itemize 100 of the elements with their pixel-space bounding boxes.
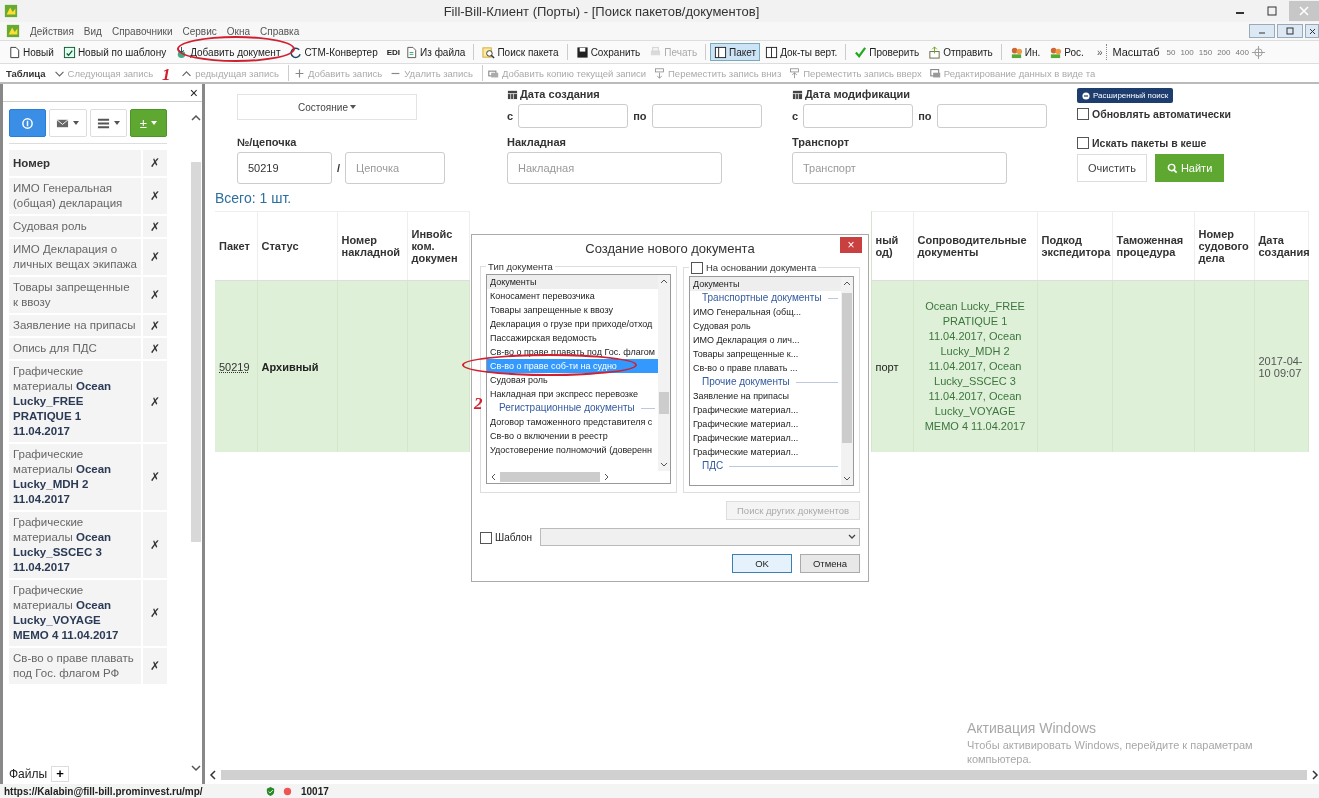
list-item[interactable]: Судовая роль bbox=[690, 319, 841, 333]
remove-mark[interactable]: ✗ bbox=[143, 538, 167, 552]
zoom-step[interactable]: 400 bbox=[1233, 47, 1251, 57]
advanced-search-button[interactable]: Расширенный поиск bbox=[1077, 88, 1174, 103]
menu-item[interactable]: Действия bbox=[30, 25, 74, 37]
zoom-fit-icon[interactable] bbox=[1251, 45, 1265, 59]
list-item[interactable]: Транспортные документы bbox=[690, 291, 841, 305]
document-name[interactable]: ИМО Генеральная (общая) декларация bbox=[9, 178, 143, 214]
document-name[interactable]: Опись для ПДС bbox=[9, 338, 143, 359]
list-item[interactable]: Св-во о включении в реестр bbox=[487, 429, 658, 443]
list-item[interactable]: Коносамент перевозчика bbox=[487, 289, 658, 303]
document-name[interactable]: Св-во о праве плавать под Гос. флагом РФ bbox=[9, 648, 143, 684]
chevron-down-icon[interactable] bbox=[843, 476, 851, 482]
toolbar-button[interactable]: Рос. bbox=[1045, 43, 1088, 61]
document-name[interactable]: Графические материалы Ocean Lucky_FREE PRATIQUE 1 11.04.2017 bbox=[9, 361, 143, 442]
cancel-button[interactable]: Отмена bbox=[800, 554, 860, 573]
chevron-up-icon[interactable] bbox=[843, 280, 851, 286]
menu-item[interactable]: Сервис bbox=[182, 25, 217, 37]
zoom-step[interactable]: 200 bbox=[1215, 47, 1233, 57]
date-field[interactable] bbox=[518, 104, 629, 128]
clear-button[interactable]: Очистить bbox=[1077, 154, 1147, 182]
remove-mark[interactable]: ✗ bbox=[143, 659, 167, 673]
remove-mark[interactable]: ✗ bbox=[143, 606, 167, 620]
remove-mark[interactable]: ✗ bbox=[143, 219, 167, 234]
list-item[interactable]: ПДС bbox=[690, 459, 841, 473]
toolbar-button[interactable]: Новый по шаблону bbox=[58, 43, 171, 61]
remove-mark[interactable]: ✗ bbox=[143, 250, 167, 264]
chevron-left-icon[interactable] bbox=[490, 473, 496, 481]
ok-button[interactable]: OK bbox=[732, 554, 792, 573]
document-name[interactable]: Графические материалы Ocean Lucky_VOYAGE MEMO 4 11.04.2017 bbox=[9, 580, 143, 646]
chevron-left-icon[interactable] bbox=[209, 770, 217, 780]
remove-mark[interactable]: ✗ bbox=[143, 394, 167, 409]
scroll-thumb[interactable] bbox=[659, 392, 669, 414]
document-name[interactable]: ИМО Декларация о личных вещах экипажа bbox=[9, 239, 143, 275]
list-item[interactable]: Удостоверение полномочий (доверенн bbox=[487, 443, 658, 457]
package-link[interactable]: 50219 bbox=[219, 360, 250, 373]
list-item[interactable]: Накладная при экспресс перевозке bbox=[487, 387, 658, 401]
document-name[interactable]: Судовая роль bbox=[9, 216, 143, 237]
toolbar-button[interactable]: Ин. bbox=[1005, 43, 1045, 61]
toolbar-button[interactable]: Таблица bbox=[4, 67, 52, 79]
number-field[interactable]: 50219 bbox=[237, 152, 332, 184]
chevron-down-icon[interactable] bbox=[191, 764, 201, 772]
chevron-right-icon[interactable] bbox=[604, 473, 610, 481]
list-item[interactable]: Судовая роль bbox=[487, 373, 658, 387]
menu-item[interactable]: Окна bbox=[226, 25, 250, 37]
chevron-right-icon[interactable] bbox=[1311, 770, 1319, 780]
document-name[interactable]: Графические материалы Ocean Lucky_SSCEC 3 11.04.2017 bbox=[9, 512, 143, 578]
list-item[interactable]: Договор таможенного представителя с bbox=[487, 415, 658, 429]
document-name[interactable]: Графические материалы Ocean Lucky_MDH 2 11.04.2017 bbox=[9, 444, 143, 510]
list-item[interactable]: ИМО Декларация о лич... bbox=[690, 333, 841, 347]
toolbar-button[interactable]: Поиск пакета bbox=[478, 43, 563, 61]
list-item[interactable]: Графические материал... bbox=[690, 417, 841, 431]
chevron-up-icon[interactable] bbox=[191, 114, 201, 122]
document-name[interactable]: Заявление на припасы bbox=[9, 315, 143, 336]
toolbar-button[interactable]: Док-ты верт. bbox=[761, 43, 842, 61]
toolbar-button[interactable]: СТМ-Конвертер bbox=[285, 43, 382, 61]
toolbar-button[interactable]: Новый bbox=[4, 43, 58, 61]
list-item[interactable]: Пассажирская ведомость bbox=[487, 331, 658, 345]
list-item[interactable]: Графические материал... bbox=[690, 403, 841, 417]
remove-mark[interactable]: ✗ bbox=[143, 156, 167, 170]
scroll-thumb[interactable] bbox=[221, 770, 1307, 780]
toolbar-button[interactable]: Добавить документ bbox=[171, 43, 285, 61]
add-file-button[interactable]: + bbox=[51, 766, 69, 782]
list-item[interactable]: Прочие документы bbox=[690, 375, 841, 389]
list-item[interactable]: Товары запрещенные к ввозу bbox=[487, 303, 658, 317]
list-item[interactable]: Регистрационные документы bbox=[487, 401, 658, 415]
list-item[interactable]: Документы bbox=[690, 277, 841, 291]
list-item[interactable]: Графические материал... bbox=[690, 445, 841, 459]
template-dropdown[interactable] bbox=[540, 528, 860, 546]
toolbar-button[interactable]: Отправить bbox=[924, 43, 997, 61]
zoom-step[interactable]: 150 bbox=[1196, 47, 1215, 57]
toolbar-button[interactable]: Сохранить bbox=[571, 43, 645, 61]
toolbar-button[interactable]: Пакет bbox=[710, 43, 761, 61]
remove-mark[interactable]: ✗ bbox=[143, 318, 167, 333]
menu-item[interactable]: Вид bbox=[83, 25, 102, 37]
menu-item[interactable]: Справка bbox=[260, 25, 300, 37]
overflow-chevron[interactable]: » bbox=[1096, 46, 1103, 58]
zoom-step[interactable]: 100 bbox=[1178, 47, 1196, 57]
date-field[interactable] bbox=[803, 104, 914, 128]
list-item[interactable]: Декларация о грузе при приходе/отход bbox=[487, 317, 658, 331]
checkbox[interactable] bbox=[480, 531, 492, 544]
remove-mark[interactable]: ✗ bbox=[143, 189, 167, 203]
close-button[interactable]: × bbox=[189, 84, 202, 101]
checkbox[interactable] bbox=[1077, 137, 1089, 149]
list-item[interactable]: Товары запрещенные к... bbox=[690, 347, 841, 361]
state-dropdown[interactable]: Состояние bbox=[237, 94, 417, 120]
remove-mark[interactable]: ✗ bbox=[143, 341, 167, 356]
scroll-thumb[interactable] bbox=[500, 472, 600, 482]
transport-field[interactable]: Транспорт bbox=[792, 152, 1007, 184]
remove-mark[interactable]: ✗ bbox=[143, 470, 167, 484]
toolbar-button[interactable]: EDI Из файла bbox=[382, 43, 470, 61]
document-name[interactable]: Товары запрещенные к ввозу bbox=[9, 277, 143, 313]
date-field[interactable] bbox=[936, 104, 1047, 128]
scroll-thumb[interactable] bbox=[191, 162, 201, 542]
waybill-field[interactable]: Накладная bbox=[507, 152, 722, 184]
close-button[interactable]: × bbox=[840, 237, 862, 253]
filter-button[interactable] bbox=[9, 109, 47, 137]
list-item[interactable]: ИМО Генеральная (общ... bbox=[690, 305, 841, 319]
list-item[interactable]: Заявление на припасы bbox=[690, 389, 841, 403]
chevron-down-icon[interactable] bbox=[660, 462, 668, 468]
